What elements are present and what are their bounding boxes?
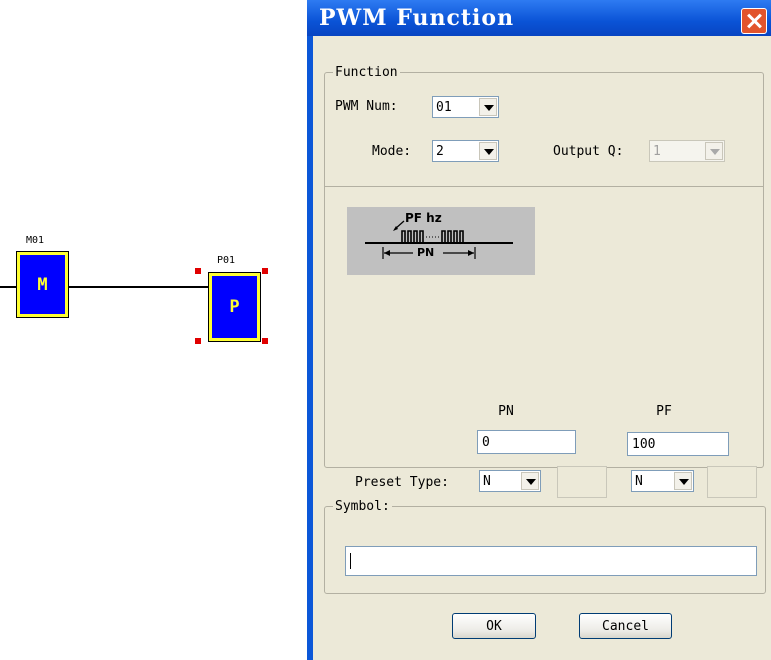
function-group-legend: Function — [333, 65, 400, 80]
selection-handle-bottom-left[interactable] — [195, 338, 201, 344]
symbol-input[interactable] — [345, 546, 757, 576]
p-pwm-block[interactable]: P — [209, 273, 260, 341]
pwm-function-dialog: PWM Function Function PWM Num: 01 Mode: … — [307, 0, 771, 660]
p-block-label: P01 — [217, 255, 236, 266]
ok-button-label: OK — [486, 619, 502, 634]
pwm-waveform-diagram: PF hz PN — [347, 207, 535, 275]
chevron-down-icon[interactable] — [479, 142, 497, 160]
p-block-letter: P — [229, 297, 240, 317]
rung-wire — [68, 286, 209, 288]
m-coil-block[interactable]: M — [17, 252, 68, 317]
m-block-letter: M — [37, 274, 48, 295]
pf-preset-extra-input — [707, 466, 757, 498]
rung-left-wire — [0, 286, 17, 288]
text-caret — [350, 553, 351, 569]
selection-handle-top-left[interactable] — [195, 268, 201, 274]
output-q-select[interactable]: 1 — [649, 140, 725, 162]
diagram-pn-text: PN — [417, 246, 435, 259]
close-button[interactable] — [741, 8, 767, 34]
chevron-down-icon[interactable] — [674, 472, 692, 490]
pwm-num-label: PWM Num: — [335, 99, 398, 114]
mode-select[interactable]: 2 — [432, 140, 499, 162]
cancel-button[interactable]: Cancel — [579, 613, 672, 639]
pn-preset-type-value: N — [483, 474, 491, 489]
pn-value: 0 — [482, 435, 490, 450]
chevron-down-icon[interactable] — [521, 472, 539, 490]
pf-header: PF — [656, 404, 672, 419]
pn-header: PN — [498, 404, 514, 419]
pwm-num-value: 01 — [436, 100, 452, 115]
symbol-group-legend: Symbol: — [333, 499, 392, 514]
preset-type-label: Preset Type: — [355, 475, 449, 490]
pf-value: 100 — [632, 437, 656, 452]
selection-handle-bottom-right[interactable] — [262, 338, 268, 344]
ok-button[interactable]: OK — [452, 613, 536, 639]
output-q-label: Output Q: — [553, 144, 624, 159]
function-group-separator — [324, 186, 764, 187]
pf-preset-type-value: N — [635, 474, 643, 489]
pn-preset-extra-input — [557, 466, 607, 498]
pf-preset-type-select[interactable]: N — [631, 470, 694, 492]
cancel-button-label: Cancel — [602, 619, 649, 634]
mode-value: 2 — [436, 144, 444, 159]
pwm-num-select[interactable]: 01 — [432, 96, 499, 118]
pn-preset-type-select[interactable]: N — [479, 470, 541, 492]
diagram-pf-text: PF hz — [405, 211, 442, 225]
pn-value-input[interactable]: 0 — [477, 430, 576, 454]
dialog-title: PWM Function — [319, 5, 515, 31]
dialog-titlebar[interactable]: PWM Function — [307, 0, 771, 36]
chevron-down-icon — [705, 142, 723, 160]
selection-handle-top-right[interactable] — [262, 268, 268, 274]
dialog-client: Function PWM Num: 01 Mode: 2 Output Q: 1 — [313, 36, 771, 660]
m-block-label: M01 — [26, 235, 45, 246]
pf-value-input[interactable]: 100 — [627, 432, 729, 456]
mode-label: Mode: — [372, 144, 412, 159]
chevron-down-icon[interactable] — [479, 98, 497, 116]
output-q-value: 1 — [653, 144, 661, 159]
